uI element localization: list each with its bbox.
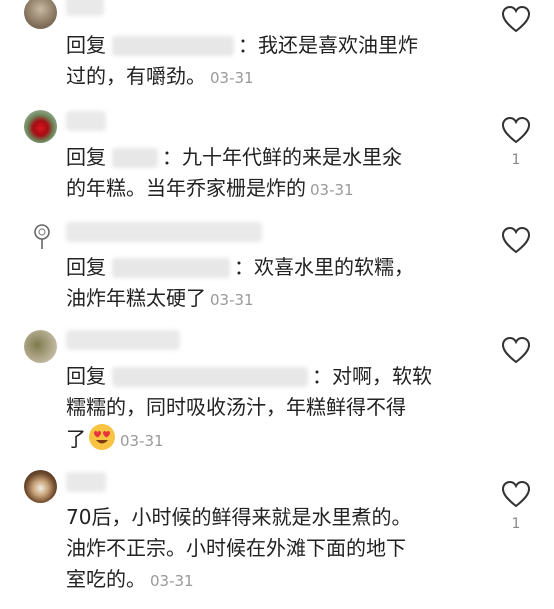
username-blurred[interactable]: [66, 0, 104, 16]
comment-text: 回复 ：九十年代鲜的来是水里氽 的年糕。当年乔家栅是炸的 03-31: [66, 142, 466, 206]
like-button[interactable]: [498, 5, 534, 37]
comment-date: 03-31: [150, 572, 194, 590]
like-count: 1: [511, 152, 521, 168]
like-button[interactable]: 1: [498, 480, 534, 532]
comment-text-line: ：我还是喜欢油里炸: [238, 33, 418, 57]
comment-text-line: 的年糕。当年乔家栅是炸的: [66, 176, 306, 200]
comment-date: 03-31: [210, 291, 254, 309]
comment-text: 回复 ：欢喜水里的软糯， 油炸年糕太硬了 03-31: [66, 252, 466, 316]
comment-text: 70后，小时候的鲜得来就是水里煮的。 油炸不正宗。小时候在外滩下面的地下 室吃的…: [66, 502, 486, 597]
comment-text-line: ：对啊，软软: [312, 364, 432, 388]
reply-prefix: 回复: [66, 33, 106, 57]
heart-outline-icon: [501, 5, 531, 33]
like-button[interactable]: [498, 336, 534, 368]
heart-eyes-emoji-icon: [89, 424, 115, 450]
mention-blurred[interactable]: [112, 367, 308, 387]
username-blurred[interactable]: [66, 330, 180, 350]
avatar[interactable]: [24, 330, 57, 363]
comment-text-line: 糯糯的，同时吸收汤汁，年糕鲜得不得: [66, 395, 406, 419]
username-blurred[interactable]: [66, 111, 106, 131]
username-blurred[interactable]: [66, 472, 106, 492]
avatar[interactable]: [24, 470, 57, 503]
comment-date: 03-31: [310, 181, 354, 199]
heart-outline-icon: [501, 116, 531, 144]
comment-text-line: 过的，有嚼劲。: [66, 64, 206, 88]
comment-text: 回复 ：对啊，软软 糯糯的，同时吸收汤汁，年糕鲜得不得 了 03-31: [66, 361, 466, 457]
like-button[interactable]: 1: [498, 116, 534, 168]
avatar[interactable]: [24, 0, 57, 29]
comment-date: 03-31: [210, 69, 254, 87]
comment-text-line: 70后，小时候的鲜得来就是水里煮的。: [66, 505, 412, 529]
like-button[interactable]: [498, 226, 534, 258]
heart-outline-icon: [501, 226, 531, 254]
mention-blurred[interactable]: [112, 258, 230, 278]
mention-blurred[interactable]: [112, 36, 234, 56]
like-count: 1: [511, 516, 521, 532]
avatar[interactable]: [24, 110, 57, 143]
reply-prefix: 回复: [66, 364, 106, 388]
comment-text-line: 油炸年糕太硬了: [66, 286, 206, 310]
mention-blurred[interactable]: [112, 148, 158, 168]
heart-outline-icon: [501, 336, 531, 364]
avatar[interactable]: [28, 222, 56, 250]
lollipop-avatar-icon: [34, 224, 50, 249]
comment-text-line: 室吃的。: [66, 567, 146, 591]
comment-text-line: 了: [66, 427, 86, 451]
comment-date: 03-31: [120, 432, 164, 450]
reply-prefix: 回复: [66, 145, 106, 169]
username-blurred[interactable]: [66, 222, 262, 242]
comment-text-line: ：欢喜水里的软糯，: [234, 255, 414, 279]
comment-text: 回复 ：我还是喜欢油里炸 过的，有嚼劲。 03-31: [66, 30, 466, 94]
comment-text-line: 油炸不正宗。小时候在外滩下面的地下: [66, 536, 406, 560]
heart-outline-icon: [501, 480, 531, 508]
comment-text-line: ：九十年代鲜的来是水里氽: [162, 145, 402, 169]
reply-prefix: 回复: [66, 255, 106, 279]
